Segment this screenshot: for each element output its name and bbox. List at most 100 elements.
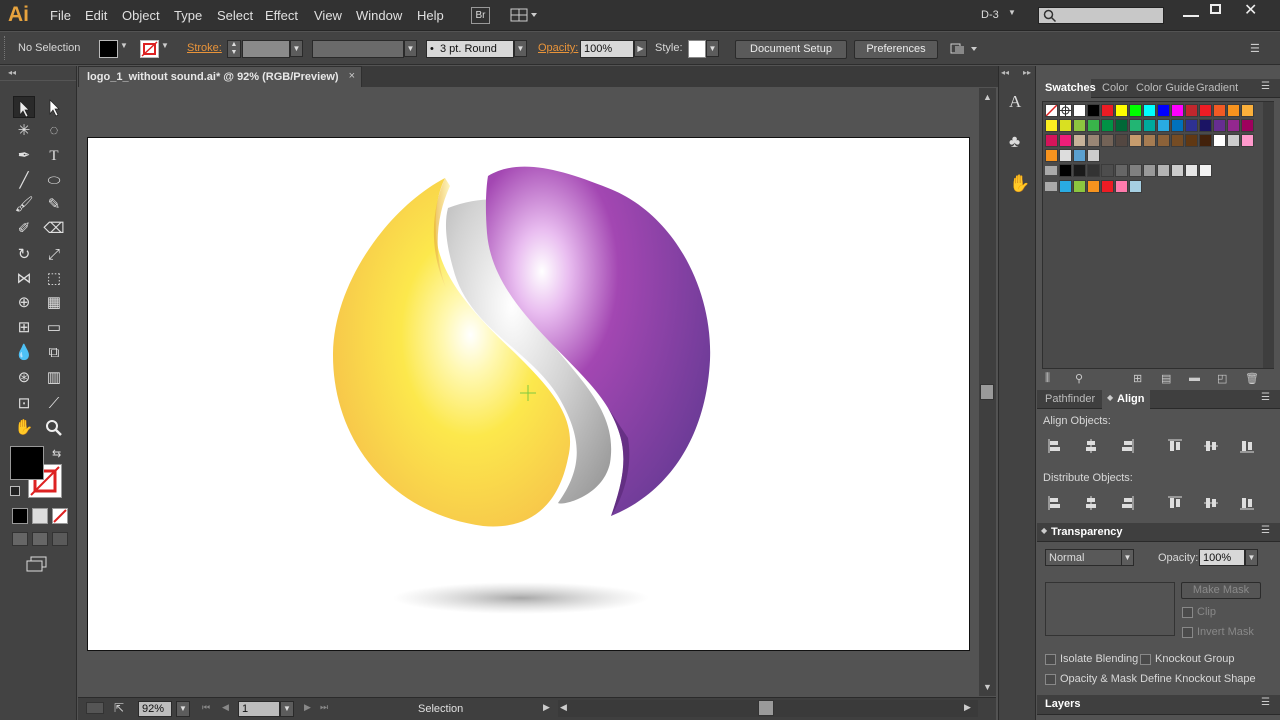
gradient-mode-button[interactable] [32,508,48,524]
scroll-left-icon[interactable]: ◀ [560,702,567,713]
swatch[interactable] [1087,180,1100,193]
swatch[interactable] [1101,104,1114,117]
menu-view[interactable]: View [314,8,342,23]
swatch[interactable] [1129,104,1142,117]
swatch[interactable] [1185,134,1198,147]
blob-brush-tool-icon[interactable]: ✐ [13,218,35,240]
new-swatch-icon[interactable]: ◰ [1217,372,1227,385]
swatch[interactable] [1115,119,1128,132]
scroll-right-icon[interactable]: ▶ [964,702,971,713]
maximize-button[interactable] [1210,4,1221,14]
scale-tool-icon[interactable]: ⤢ [43,244,65,266]
stroke-weight-field[interactable] [242,40,290,58]
swatch[interactable] [1199,134,1212,147]
swatch[interactable] [1171,134,1184,147]
distribute-center-v-icon[interactable] [1083,495,1099,511]
document-setup-button[interactable]: Document Setup [735,40,847,59]
arrange-documents-button[interactable] [510,7,538,24]
align-menu-icon[interactable]: ☰ [1261,392,1270,403]
pen-tool-icon[interactable]: ✒ [13,145,35,167]
blend-mode-select[interactable]: Normal [1045,549,1129,566]
direct-selection-tool-icon[interactable] [43,96,65,118]
type-tool-icon[interactable]: T [43,145,65,167]
delete-swatch-icon[interactable]: 🗑 [1245,372,1259,385]
ellipse-tool-icon[interactable]: ⬭ [43,170,65,192]
zoom-field[interactable]: 92% [138,701,172,717]
stroke-color-swatch[interactable] [140,40,159,58]
blend-mode-dropdown[interactable]: ▼ [1121,549,1134,566]
mesh-tool-icon[interactable]: ⊞ [13,317,35,339]
arrange-objects-button[interactable] [950,42,978,56]
folder-icon[interactable]: ▬ [1189,372,1200,384]
rotate-tool-icon[interactable]: ↻ [13,244,35,266]
swatch-kind-icon[interactable]: ⚲ [1075,372,1083,385]
swatch[interactable] [1199,104,1212,117]
tab-align[interactable]: Align [1117,393,1145,405]
align-expand-icon[interactable]: ◆ [1107,393,1113,402]
swatch[interactable] [1241,134,1254,147]
align-center-v-icon[interactable] [1203,438,1219,454]
swatch[interactable] [1213,119,1226,132]
first-artboard-icon[interactable]: ⏮ [202,702,210,713]
selection-tool-icon[interactable] [13,96,35,118]
column-graph-tool-icon[interactable]: ▥ [43,367,65,389]
swatch[interactable] [1157,164,1170,177]
width-tool-icon[interactable]: ⋈ [13,268,35,290]
draw-inside-button[interactable] [52,532,68,546]
color-group-folder-icon[interactable] [1045,166,1057,175]
free-transform-tool-icon[interactable]: ⬚ [43,268,65,290]
distribute-right-icon[interactable] [1239,495,1255,511]
stroke-label[interactable]: Stroke: [187,42,222,54]
distribute-top-icon[interactable] [1047,495,1063,511]
swatch[interactable] [1185,119,1198,132]
lasso-tool-icon[interactable]: ◌ [43,120,65,142]
transparency-title[interactable]: Transparency [1051,526,1123,538]
artboard-dropdown[interactable]: ▼ [280,701,294,717]
align-right-icon[interactable] [1119,438,1135,454]
profile-dropdown[interactable]: ▼ [404,40,417,57]
swatch[interactable] [1087,104,1100,117]
swatch[interactable] [1045,149,1058,162]
screen-mode-button[interactable] [26,556,48,572]
menu-file[interactable]: File [50,8,71,23]
tab-gradient[interactable]: Gradient [1196,82,1238,94]
transparency-menu-icon[interactable]: ☰ [1261,525,1270,536]
swatch[interactable] [1101,180,1114,193]
artboard[interactable] [87,137,970,651]
stroke-weight-stepper[interactable]: ▲ ▼ [227,40,241,58]
align-top-icon[interactable] [1167,438,1183,454]
menu-effect[interactable]: Effect [265,8,298,23]
swatch[interactable] [1059,149,1072,162]
swatch[interactable] [1129,134,1142,147]
swatch[interactable] [1059,134,1072,147]
eraser-tool-icon[interactable]: ⌫ [43,218,65,240]
fill-color-swatch[interactable] [99,40,118,58]
swatch[interactable] [1227,119,1240,132]
align-center-h-icon[interactable] [1083,438,1099,454]
swatches-scrollbar[interactable] [1263,102,1274,368]
zoom-dropdown[interactable]: ▼ [176,701,190,717]
prev-artboard-icon[interactable]: ◀ [222,702,229,713]
swatch[interactable] [1059,119,1072,132]
document-tab[interactable]: logo_1_without sound.ai* @ 92% (RGB/Prev… [78,66,362,87]
swatch[interactable] [1087,134,1100,147]
opacity-mask-thumbnail[interactable] [1045,582,1175,636]
expand-dock-icon[interactable]: ▸▸ [1023,68,1031,77]
swatch[interactable] [1171,164,1184,177]
distribute-center-h-icon[interactable] [1203,495,1219,511]
tab-color-guide[interactable]: Color Guide [1136,82,1195,94]
align-left-icon[interactable] [1047,438,1063,454]
swatch[interactable] [1143,164,1156,177]
transparency-opacity-dropdown[interactable]: ▼ [1245,549,1258,566]
logo-artwork[interactable] [88,138,971,652]
blend-tool-icon[interactable]: ⧉ [43,342,65,364]
swatch[interactable] [1143,119,1156,132]
preferences-button[interactable]: Preferences [854,40,938,59]
swatch-registration[interactable] [1059,104,1072,117]
swatch[interactable] [1185,104,1198,117]
zoom-tool-icon[interactable] [43,417,65,439]
perspective-grid-tool-icon[interactable]: ▦ [43,292,65,314]
brush-definition-field[interactable]: • 3 pt. Round [426,40,514,58]
graphic-style-swatch[interactable] [688,40,706,58]
swatch[interactable] [1073,134,1086,147]
